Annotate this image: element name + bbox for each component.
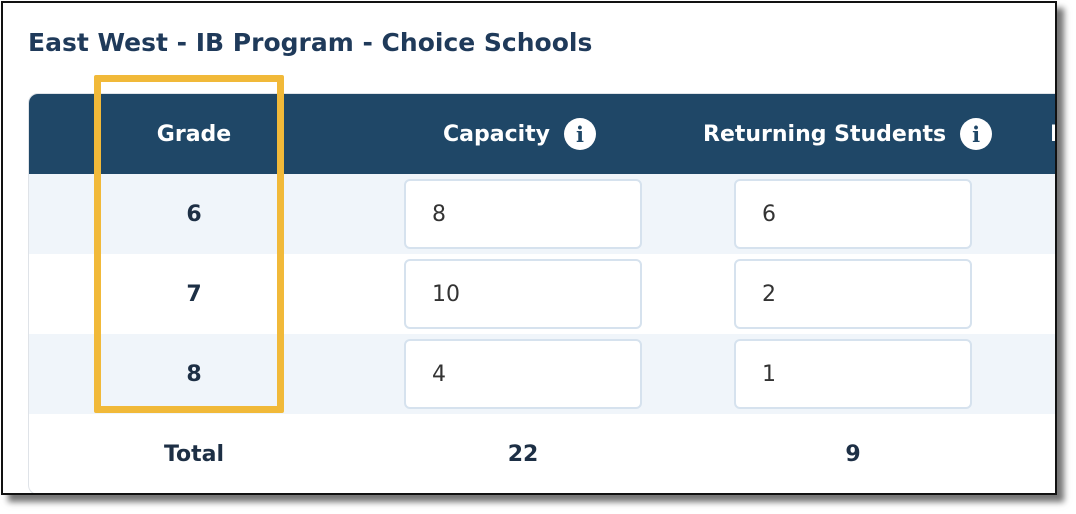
table-row: 6 bbox=[29, 174, 1055, 254]
grade-cell: 7 bbox=[186, 281, 202, 307]
screenshot-frame: East West - IB Program - Choice Schools … bbox=[1, 1, 1057, 495]
header-capacity-label: Capacity bbox=[443, 121, 551, 147]
grade-cell: 8 bbox=[186, 361, 202, 387]
capacity-input[interactable] bbox=[404, 339, 642, 409]
returning-students-input[interactable] bbox=[734, 179, 972, 249]
info-icon[interactable]: i bbox=[960, 118, 993, 150]
capacity-table: Grade Capacity i Returning Students i L … bbox=[28, 93, 1055, 493]
total-capacity: 22 bbox=[507, 441, 539, 467]
total-row: Total 22 9 bbox=[29, 414, 1055, 493]
table-row: 7 bbox=[29, 254, 1055, 334]
header-returning-students: Returning Students i bbox=[703, 94, 993, 174]
returning-students-input[interactable] bbox=[734, 259, 972, 329]
returning-students-input[interactable] bbox=[734, 339, 972, 409]
header-capacity: Capacity i bbox=[443, 94, 597, 174]
capacity-input[interactable] bbox=[404, 259, 642, 329]
capacity-input[interactable] bbox=[404, 179, 642, 249]
grade-cell: 6 bbox=[186, 201, 202, 227]
header-returning-label: Returning Students bbox=[703, 121, 947, 147]
page-title: East West - IB Program - Choice Schools bbox=[28, 28, 593, 57]
total-returning-students: 9 bbox=[845, 441, 861, 467]
total-label: Total bbox=[163, 441, 225, 467]
header-next-column-partial: L bbox=[1050, 94, 1055, 174]
table-header: Grade Capacity i Returning Students i L bbox=[29, 94, 1055, 174]
table-row: 8 bbox=[29, 334, 1055, 414]
header-grade: Grade bbox=[156, 121, 232, 147]
info-icon[interactable]: i bbox=[564, 118, 597, 150]
